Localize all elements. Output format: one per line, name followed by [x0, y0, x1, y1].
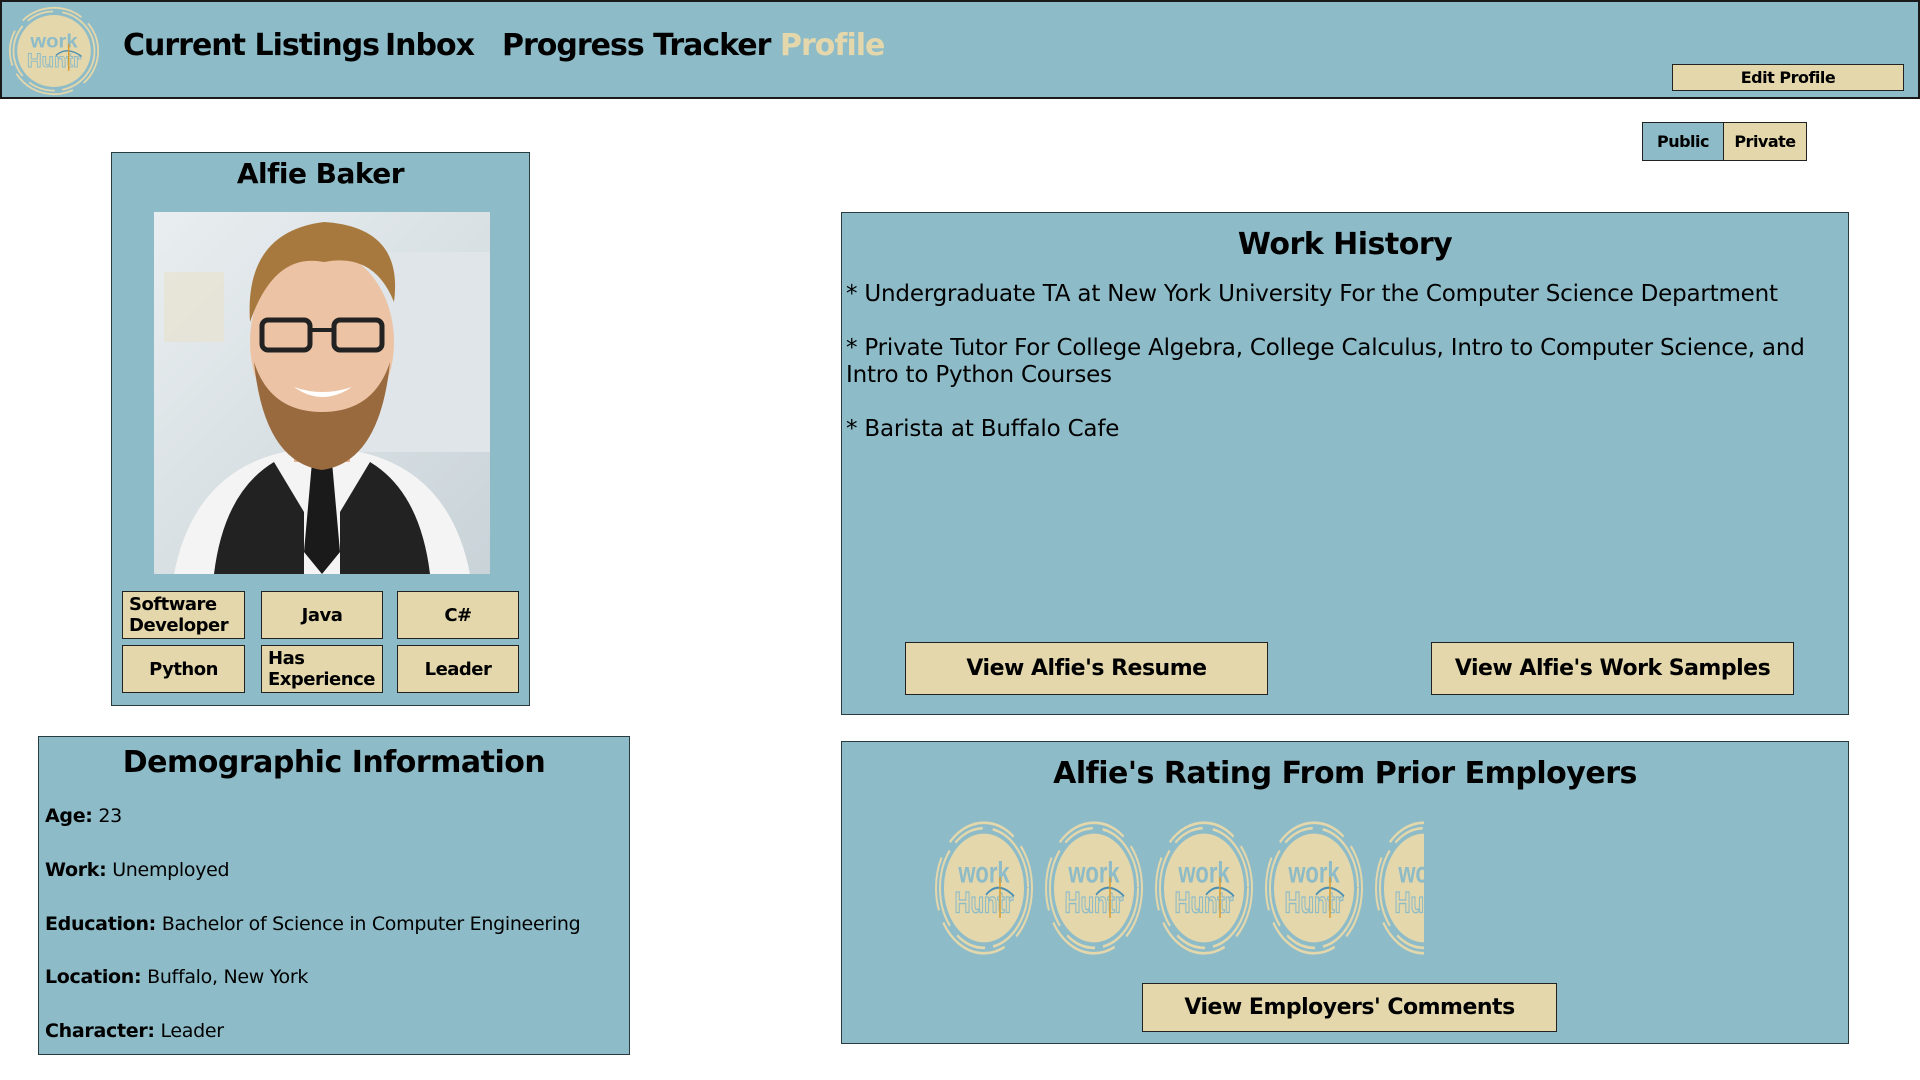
svg-text:Huntr: Huntr	[27, 50, 81, 72]
nav-current-listings[interactable]: Current Listings	[123, 28, 380, 63]
field-value: Buffalo, New York	[147, 966, 309, 988]
public-option[interactable]: Public	[1643, 123, 1724, 160]
demographic-panel: Demographic Information Age: 23 Work: Un…	[38, 736, 630, 1055]
demographic-title: Demographic Information	[122, 745, 546, 780]
profile-photo	[154, 212, 490, 574]
svg-text:Huntr: Huntr	[1175, 885, 1234, 919]
edit-profile-button[interactable]: Edit Profile	[1672, 64, 1904, 91]
field-label: Work:	[45, 859, 107, 881]
demo-education: Education: Bachelor of Science in Comput…	[45, 913, 581, 935]
nav-profile[interactable]: Profile	[780, 28, 885, 63]
nav-inbox[interactable]: Inbox	[385, 28, 475, 63]
rating-title: Alfie's Rating From Prior Employers	[1053, 756, 1637, 791]
rating-logo-icon: work Huntr	[1374, 820, 1424, 956]
view-resume-button[interactable]: View Alfie's Resume	[905, 642, 1268, 695]
rating-logo-icon: work Huntr	[1154, 820, 1254, 956]
field-label: Education:	[45, 913, 156, 935]
demo-work: Work: Unemployed	[45, 859, 230, 881]
skill-tag: Has Experience	[261, 645, 383, 693]
skill-tag: C#	[397, 591, 519, 639]
field-value: 23	[98, 805, 122, 827]
rating-logo-icon: work Huntr	[1264, 820, 1364, 956]
field-label: Location:	[45, 966, 142, 988]
svg-text:Huntr: Huntr	[1395, 885, 1424, 919]
svg-text:Huntr: Huntr	[955, 885, 1014, 919]
workhuntr-logo[interactable]: work Huntr	[8, 6, 100, 96]
view-work-samples-button[interactable]: View Alfie's Work Samples	[1431, 642, 1794, 695]
work-history-item: * Undergraduate TA at New York Universit…	[846, 281, 1778, 307]
field-value: Leader	[160, 1020, 224, 1042]
nav-progress-tracker[interactable]: Progress Tracker	[502, 28, 771, 63]
rating-logos: work Huntr work Huntr work Huntr work Hu…	[934, 820, 1428, 958]
svg-text:Huntr: Huntr	[1285, 885, 1344, 919]
skill-tag: Leader	[397, 645, 519, 693]
profile-card: Alfie Baker Software Developer Java C# P…	[111, 152, 530, 706]
top-nav-bar: work Huntr Current Listings Inbox Progre…	[0, 0, 1920, 99]
view-comments-button[interactable]: View Employers' Comments	[1142, 983, 1557, 1032]
work-history-title: Work History	[1237, 227, 1453, 262]
svg-text:work: work	[29, 31, 78, 53]
demo-location: Location: Buffalo, New York	[45, 966, 308, 988]
rating-panel: Alfie's Rating From Prior Employers work…	[841, 741, 1849, 1044]
work-history-item: * Private Tutor For College Algebra, Col…	[846, 335, 1805, 388]
skill-tag: Python	[122, 645, 245, 693]
demo-age: Age: 23	[45, 805, 122, 827]
svg-text:Huntr: Huntr	[1065, 885, 1124, 919]
field-label: Character:	[45, 1020, 155, 1042]
field-label: Age:	[45, 805, 93, 827]
demo-character: Character: Leader	[45, 1020, 224, 1042]
work-history-item: * Barista at Buffalo Cafe	[846, 416, 1120, 442]
profile-name: Alfie Baker	[236, 157, 405, 190]
skill-tag: Software Developer	[122, 591, 245, 639]
work-history-panel: Work History * Undergraduate TA at New Y…	[841, 212, 1849, 715]
rating-logo-icon: work Huntr	[1044, 820, 1144, 956]
rating-logo-icon: work Huntr	[934, 820, 1034, 956]
private-option[interactable]: Private	[1724, 123, 1806, 160]
field-value: Unemployed	[112, 859, 230, 881]
skill-tag: Java	[261, 591, 383, 639]
visibility-toggle: Public Private	[1642, 122, 1807, 161]
field-value: Bachelor of Science in Computer Engineer…	[161, 913, 581, 935]
